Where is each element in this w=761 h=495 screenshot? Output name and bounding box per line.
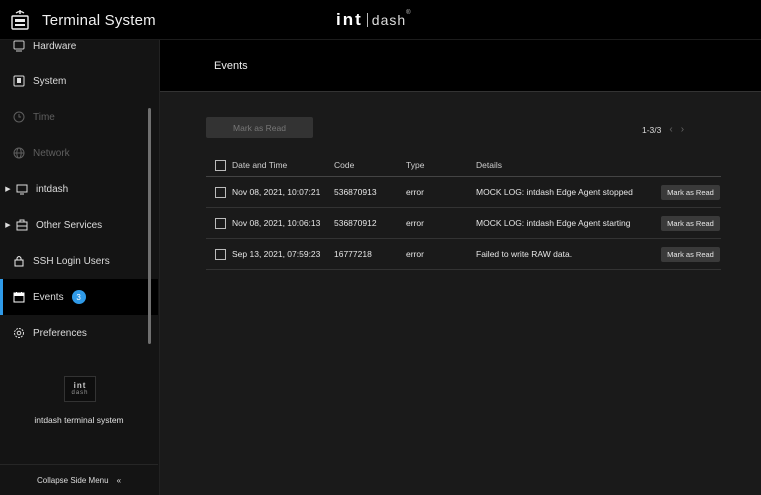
sidebar-logo: int dash <box>64 376 96 402</box>
globe-icon <box>12 146 26 160</box>
header-code: Code <box>334 160 355 170</box>
row-date: Sep 13, 2021, 07:59:23 <box>232 249 321 259</box>
row-details: Failed to write RAW data. <box>476 249 573 259</box>
table-row: Sep 13, 2021, 07:59:23 16777218 error Fa… <box>206 239 721 270</box>
services-icon <box>15 218 29 232</box>
sidebar-item-label: Network <box>33 147 70 159</box>
row-code: 536870913 <box>334 187 377 197</box>
select-all-checkbox[interactable] <box>215 160 226 171</box>
sidebar-item-hardware[interactable]: Hardware <box>0 32 158 60</box>
pagination: 1-3/3 ‹ › <box>642 124 684 135</box>
app-title: Terminal System <box>42 11 156 29</box>
sidebar-caption: intdash terminal system <box>34 415 124 425</box>
collapse-label: Collapse Side Menu <box>36 475 109 485</box>
terminal-icon <box>11 10 29 30</box>
page-header: Events <box>160 40 761 92</box>
brand: Terminal System <box>10 9 156 31</box>
sidebar-item-label: Other Services <box>36 219 103 231</box>
header-type: Type <box>406 160 425 170</box>
hardware-icon <box>12 39 26 53</box>
mark-all-as-read-button[interactable]: Mark as Read <box>206 117 313 138</box>
sidebar-item-label: SSH Login Users <box>33 255 110 267</box>
pagination-range: 1-3/3 <box>642 124 662 135</box>
page-title: Events <box>214 60 248 72</box>
system-icon <box>12 74 26 88</box>
intdash-logo: int dash ® <box>336 10 411 30</box>
main-content: Events Mark as Read 1-3/3 ‹ › Date and T… <box>160 40 761 495</box>
row-checkbox[interactable] <box>215 249 226 260</box>
events-table: Date and Time Code Type Details Nov 08, … <box>206 154 721 270</box>
sidebar-item-ssh-login-users[interactable]: SSH Login Users <box>0 243 158 279</box>
sidebar-item-label: Time <box>33 111 55 123</box>
sidebar-item-time: Time <box>0 99 158 135</box>
row-checkbox[interactable] <box>215 187 226 198</box>
row-code: 16777218 <box>334 249 372 259</box>
row-code: 536870912 <box>334 218 377 228</box>
logo-mark: ® <box>406 10 411 16</box>
header-date: Date and Time <box>232 160 288 170</box>
caret-right-icon: ▶ <box>5 222 11 229</box>
active-indicator <box>0 279 3 315</box>
row-details: MOCK LOG: intdash Edge Agent stopped <box>476 187 633 197</box>
sidebar-item-label: Preferences <box>33 327 87 339</box>
logo-main: int <box>336 10 363 29</box>
sidebar-item-intdash[interactable]: ▶ intdash <box>0 171 158 207</box>
mark-as-read-button[interactable]: Mark as Read <box>661 247 720 262</box>
mark-as-read-button[interactable]: Mark as Read <box>661 216 720 231</box>
sidebar-item-network: Network <box>0 135 158 171</box>
events-count-badge: 3 <box>71 290 86 304</box>
gear-icon <box>12 326 26 340</box>
sidebar-item-preferences[interactable]: Preferences <box>0 315 158 351</box>
calendar-icon <box>12 290 26 304</box>
caret-right-icon: ▶ <box>5 186 11 193</box>
sidebar-logo-sub: dash <box>71 390 89 396</box>
chevron-left-icon[interactable]: ‹ <box>669 124 672 135</box>
logo-sub: dash <box>371 12 407 28</box>
sidebar-item-label: Events <box>33 291 64 303</box>
sidebar-item-label: intdash <box>36 183 69 195</box>
row-date: Nov 08, 2021, 10:07:21 <box>232 187 321 197</box>
row-checkbox[interactable] <box>215 218 226 229</box>
logo-separator <box>366 13 368 27</box>
row-type: error <box>406 249 424 259</box>
row-type: error <box>406 187 424 197</box>
header-details: Details <box>476 160 502 170</box>
double-chevron-left-icon: « <box>116 475 122 485</box>
table-header-row: Date and Time Code Type Details <box>206 154 721 177</box>
sidebar-item-label: System <box>33 75 67 87</box>
sidebar-item-label: Hardware <box>33 40 77 52</box>
table-row: Nov 08, 2021, 10:06:13 536870912 error M… <box>206 208 721 239</box>
chevron-right-icon[interactable]: › <box>681 124 684 135</box>
sidebar-scrollbar[interactable] <box>148 108 151 344</box>
row-details: MOCK LOG: intdash Edge Agent starting <box>476 218 631 228</box>
sidebar-item-events[interactable]: Events 3 <box>0 279 158 315</box>
lock-icon <box>12 254 26 268</box>
table-row: Nov 08, 2021, 10:07:21 536870913 error M… <box>206 177 721 208</box>
row-type: error <box>406 218 424 228</box>
sidebar-item-other-services[interactable]: ▶ Other Services <box>0 207 158 243</box>
sidebar-logo-main: int <box>73 381 87 390</box>
collapse-side-menu-button[interactable]: Collapse Side Menu « <box>0 464 158 495</box>
sidebar-item-system[interactable]: System <box>0 63 158 99</box>
mark-as-read-button[interactable]: Mark as Read <box>661 185 720 200</box>
monitor-icon <box>15 182 29 196</box>
row-date: Nov 08, 2021, 10:06:13 <box>232 218 321 228</box>
clock-icon <box>12 110 26 124</box>
sidebar: Hardware System Time Network ▶ intdash ▶… <box>0 40 160 495</box>
